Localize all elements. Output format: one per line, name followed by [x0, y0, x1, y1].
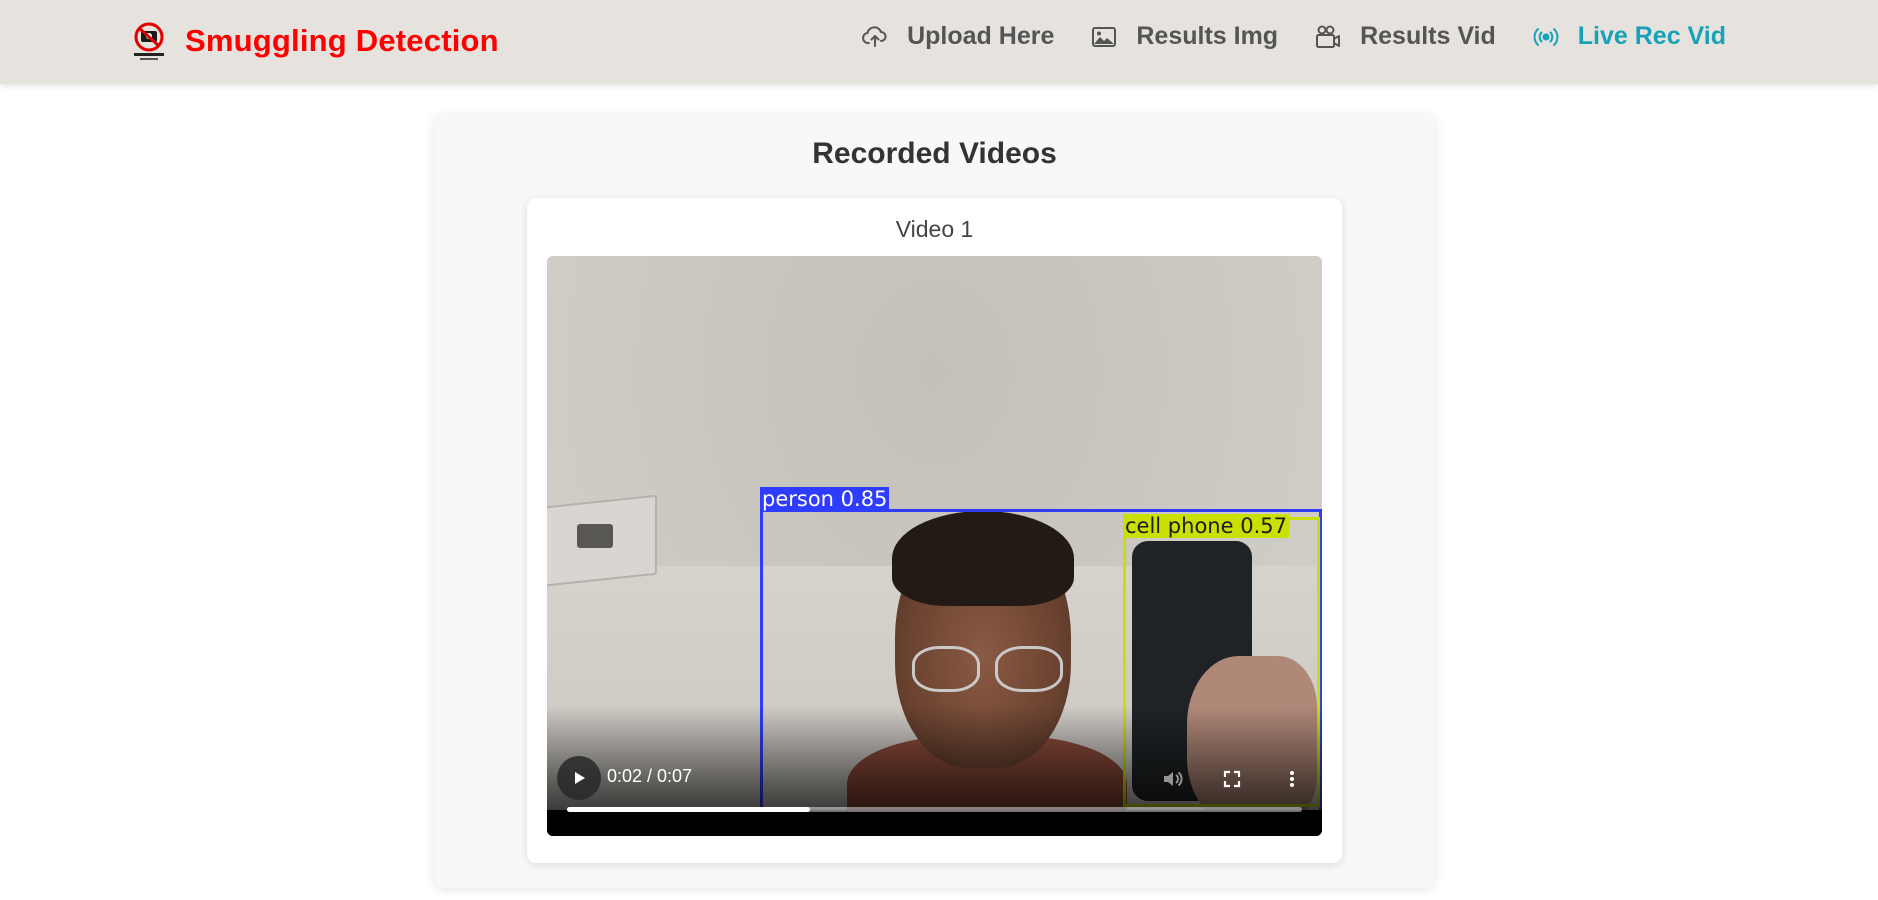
nav-links: Upload Here Results Img Results Vid Live…	[861, 22, 1726, 51]
detection-label-person: person 0.85	[760, 487, 890, 511]
broadcast-icon	[1532, 23, 1560, 51]
nav-live-rec-vid[interactable]: Live Rec Vid	[1532, 22, 1726, 51]
image-icon	[1090, 23, 1118, 51]
nav-label: Upload Here	[907, 22, 1055, 50]
detection-label-cell-phone: cell phone 0.57	[1123, 514, 1289, 538]
volume-icon	[1164, 771, 1183, 787]
volume-button[interactable]	[1159, 766, 1185, 792]
no-smuggling-logo-icon	[128, 20, 170, 62]
video-card: Video 1 person 0.85 cell phone 0.57 0:02…	[527, 198, 1342, 863]
cloud-upload-icon	[861, 23, 889, 51]
fullscreen-icon	[1223, 770, 1241, 788]
progress-bar[interactable]	[567, 807, 1302, 812]
time-display: 0:02 / 0:07	[607, 766, 693, 786]
navbar: Smuggling Detection Upload Here Results …	[0, 0, 1878, 84]
play-button[interactable]	[557, 756, 601, 800]
nav-upload-here[interactable]: Upload Here	[861, 22, 1054, 51]
more-options-button[interactable]	[1279, 766, 1305, 792]
brand[interactable]: Smuggling Detection	[128, 18, 499, 64]
video-title: Video 1	[895, 216, 974, 242]
nav-results-img[interactable]: Results Img	[1090, 22, 1278, 51]
nav-label: Results Img	[1136, 22, 1279, 50]
nav-label: Results Vid	[1360, 22, 1496, 50]
wall-switch	[577, 524, 613, 548]
progress-played	[567, 807, 810, 812]
video-player[interactable]: person 0.85 cell phone 0.57 0:02 / 0:07	[547, 256, 1322, 836]
fullscreen-button[interactable]	[1219, 766, 1245, 792]
video-camera-icon	[1314, 23, 1342, 51]
more-vert-icon	[1290, 771, 1294, 787]
recorded-videos-card: Recorded Videos Video 1 person 0.85 cell…	[434, 113, 1435, 888]
nav-results-vid[interactable]: Results Vid	[1314, 22, 1496, 51]
brand-title: Smuggling Detection	[185, 23, 499, 58]
section-title: Recorded Videos	[812, 137, 1057, 170]
play-icon	[575, 772, 585, 784]
player-bottom-bar	[547, 810, 1322, 836]
nav-label: Live Rec Vid	[1577, 22, 1726, 50]
